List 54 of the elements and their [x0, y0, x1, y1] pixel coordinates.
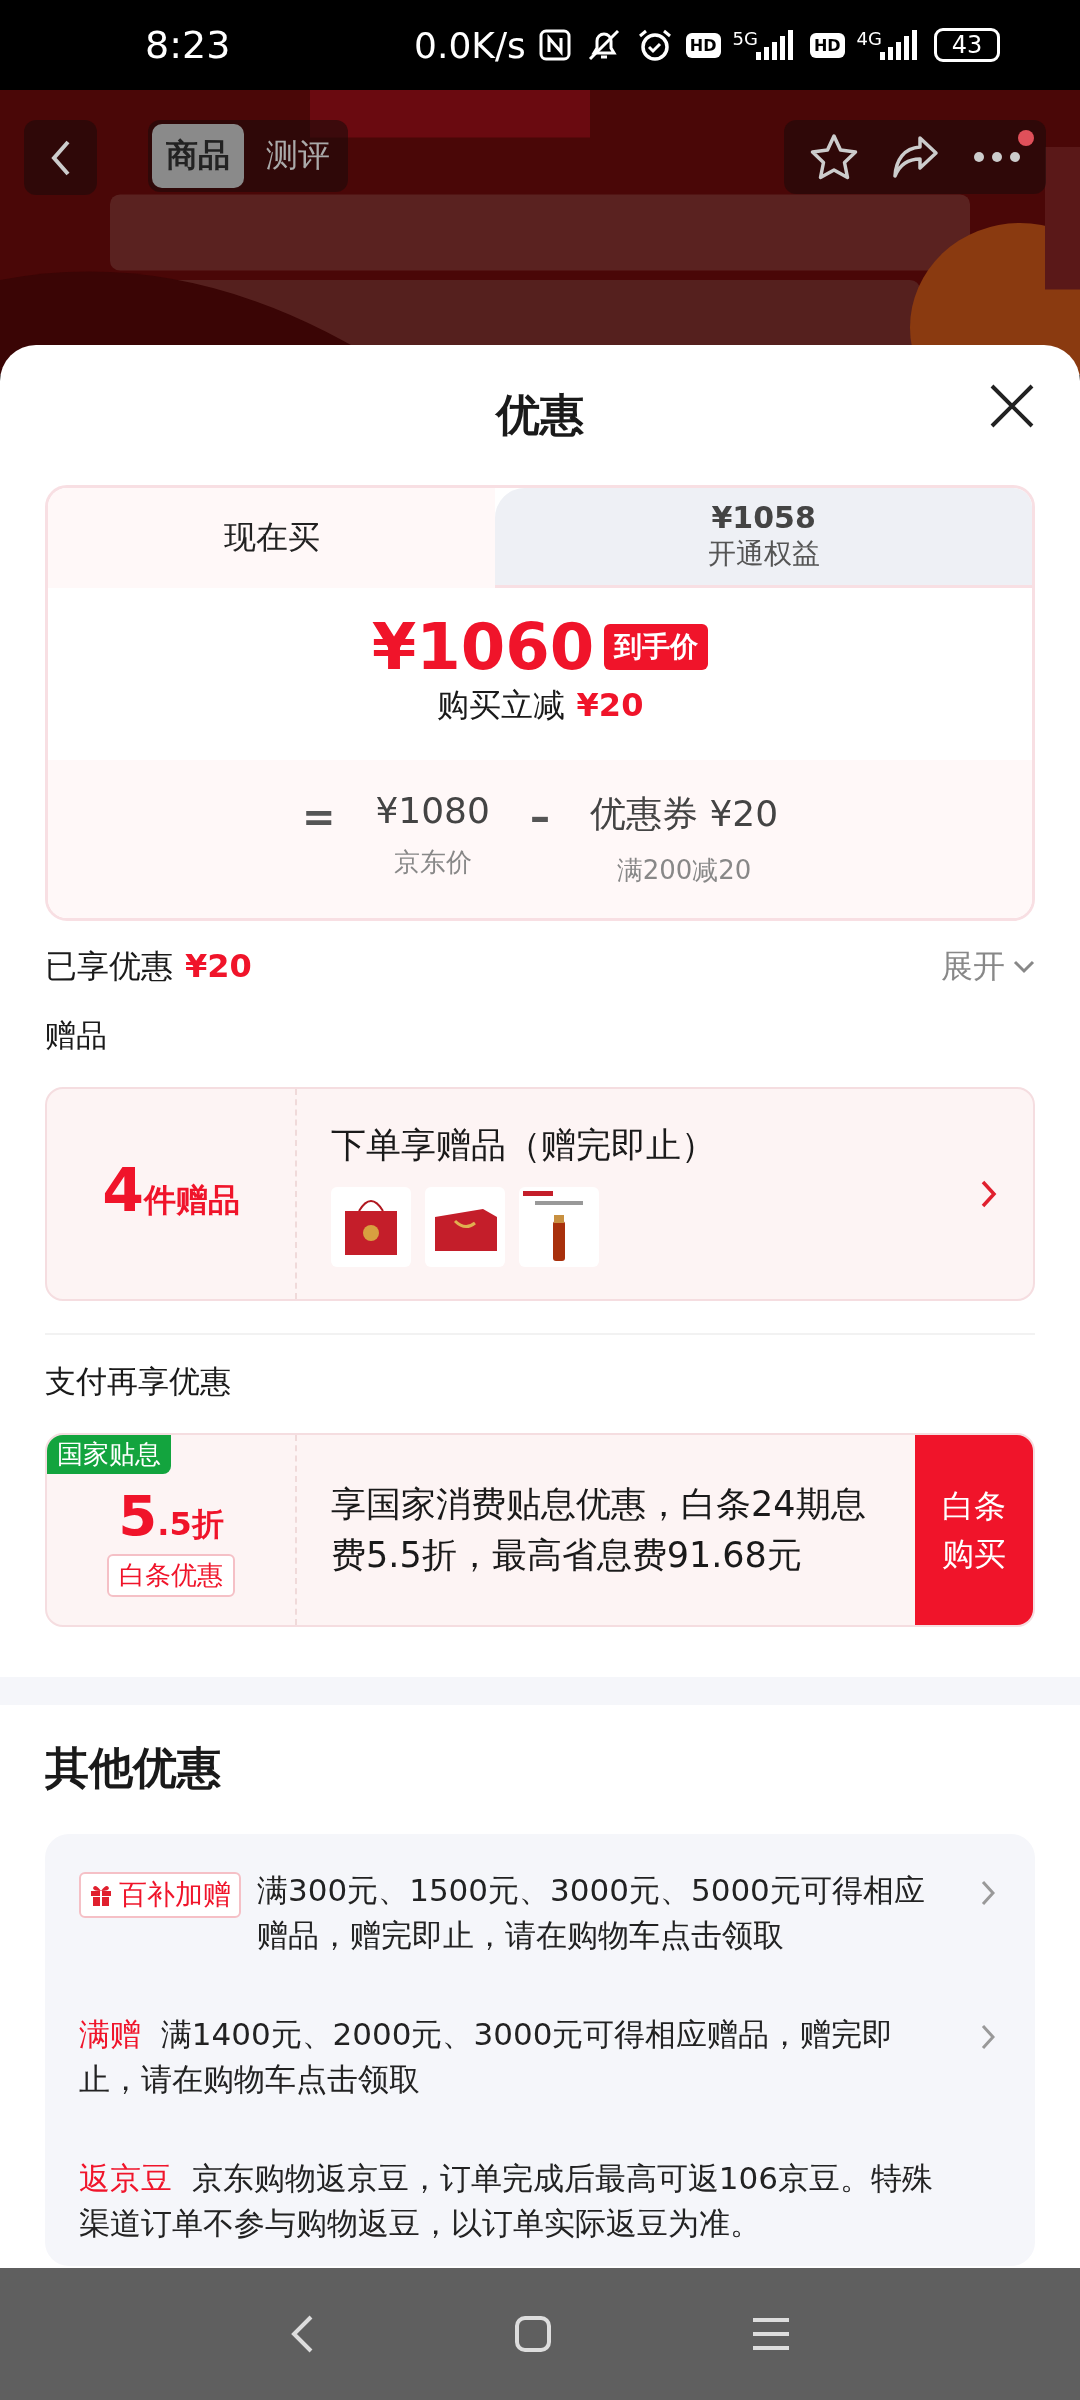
term-caption: 满200减20 [616, 854, 752, 887]
nav-tab[interactable]: 商品 [152, 124, 244, 188]
home-icon[interactable] [514, 2315, 552, 2353]
price-term: ¥1080 [375, 790, 490, 831]
section-heading: 赠品 [45, 1016, 108, 1055]
hd-badge: HD [809, 32, 845, 58]
section-heading: 其他优惠 [45, 1741, 222, 1795]
discount-rate-suffix: .5折 [157, 1504, 224, 1545]
price-term: 优惠券 ¥20 [589, 792, 779, 836]
enjoyed-amount: ¥20 [185, 947, 252, 985]
network-type: 4G [856, 28, 882, 49]
menu-icon[interactable] [750, 2316, 791, 2352]
chevron-down-icon [1013, 960, 1035, 974]
chevron-right-icon[interactable] [981, 1880, 995, 1906]
star-icon[interactable] [808, 132, 860, 182]
battery-indicator: 43 [934, 28, 1000, 62]
gift-card[interactable]: 4件赠品 下单享赠品（赠完即止） [45, 1087, 1035, 1301]
price-tag: 到手价 [604, 624, 709, 670]
chevron-right-icon[interactable] [981, 2023, 995, 2050]
more-icon[interactable] [972, 150, 1022, 164]
price-tab[interactable]: 现在买 [48, 488, 496, 588]
gift-icon [89, 1883, 113, 1907]
nfc-icon [537, 28, 572, 62]
pay-button[interactable]: 白条购买 [915, 1435, 1033, 1625]
network-type: 5G [732, 28, 758, 49]
offer-description: 满300元、1500元、3000元、5000元可得相应赠品，赠完即止，请在购物车点击领取 [257, 1871, 926, 1955]
final-price: ¥1060 [371, 610, 595, 684]
gift-title: 下单享赠品（赠完即止） [331, 1123, 717, 1167]
close-icon[interactable] [989, 383, 1035, 429]
operator-sign: = [301, 794, 336, 840]
gift-count: 4 [102, 1155, 144, 1225]
expand-button[interactable]: 展开 [941, 945, 1035, 989]
section-heading: 支付再享优惠 [45, 1362, 232, 1401]
price-tab[interactable]: ¥1058 开通权益 [495, 488, 1032, 588]
enjoyed-label: 已享优惠 [45, 946, 173, 987]
chevron-right-icon [981, 1180, 997, 1208]
discount-tag: 白条优惠 [107, 1554, 235, 1597]
back-button[interactable] [24, 120, 97, 195]
offer-description: 返京豆 京东购物返京豆，订单完成后最高可返106京豆。特殊渠道订单不参与购物返豆，以订单实际返豆为准。 [79, 2158, 934, 2243]
sheet-title: 优惠 [496, 387, 584, 442]
subsidy-badge: 国家贴息 [47, 1435, 171, 1474]
nav-tab[interactable]: 测评 [252, 124, 344, 188]
offer-tag: 百补加赠 [79, 1872, 241, 1918]
discount-label: 购买立减 [436, 685, 565, 726]
status-time: 8:23 [145, 23, 231, 67]
offer-description: 满赠 满1400元、2000元、3000元可得相应赠品，赠完即止，请在购物车点击领取 [79, 2014, 895, 2099]
discount-amount: ¥20 [576, 686, 644, 724]
gift-count-unit: 件赠品 [143, 1180, 240, 1221]
discount-rate: 5 [118, 1483, 158, 1548]
operator-sign: – [529, 794, 550, 840]
hd-badge: HD [685, 32, 721, 58]
payment-description: 享国家消费贴息优惠，白条24期息费5.5折，最高省息费91.68元 [330, 1483, 867, 1577]
network-speed: 0.0K/s [414, 24, 526, 66]
term-caption: 京东价 [393, 846, 472, 879]
